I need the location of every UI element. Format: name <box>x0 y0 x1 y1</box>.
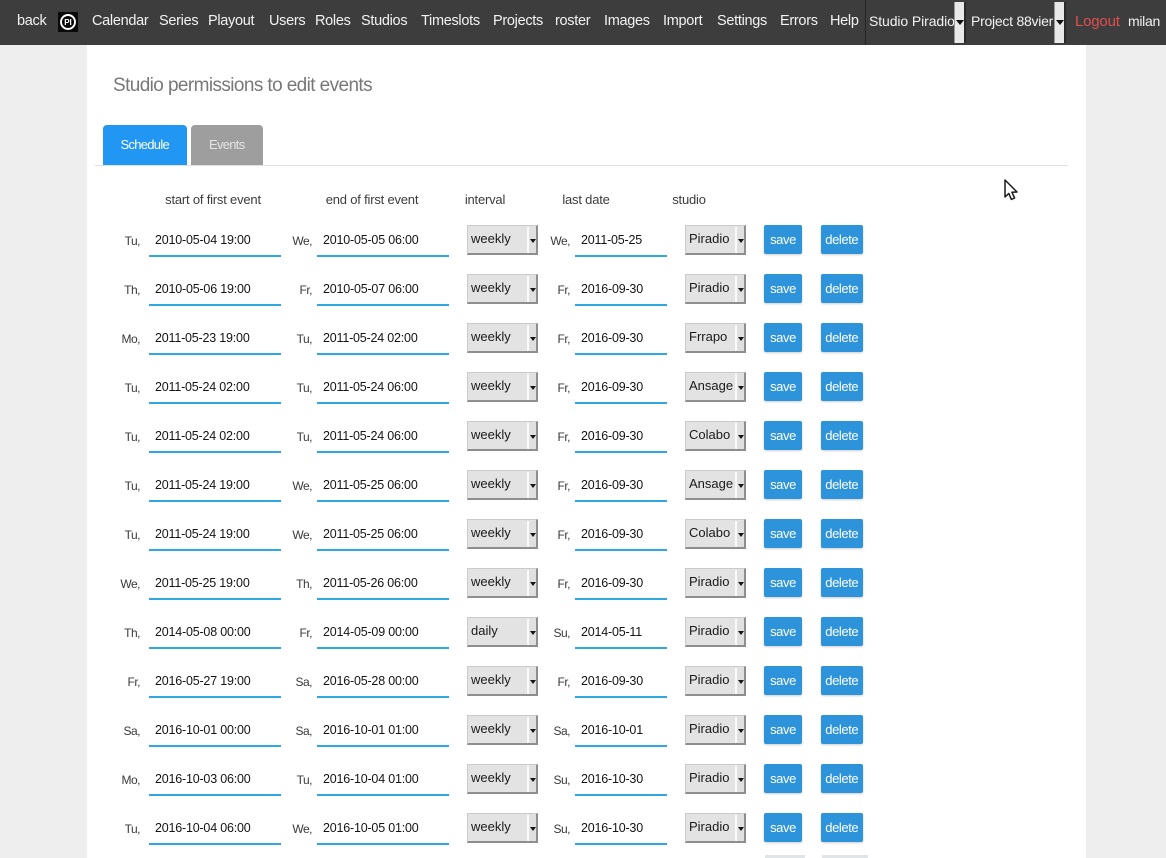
svg-text:PI: PI <box>64 18 72 27</box>
